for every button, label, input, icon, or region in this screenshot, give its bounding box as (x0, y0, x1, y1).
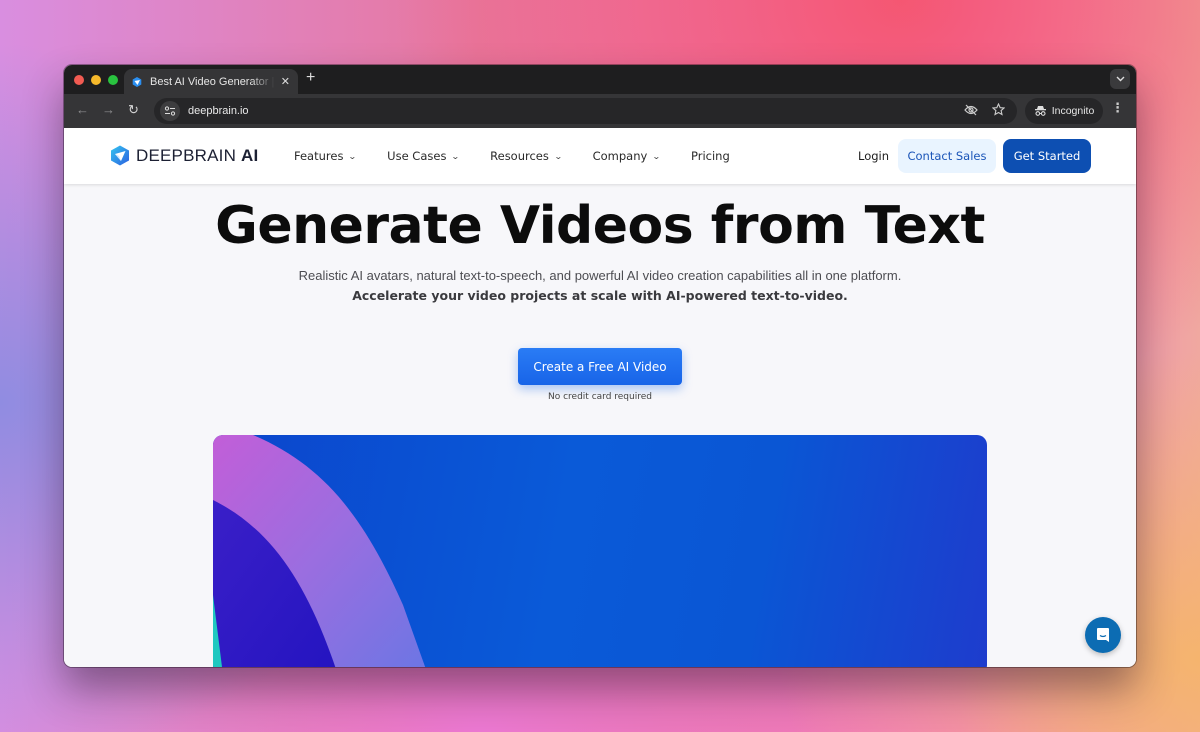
hero-subtitle-line1: Realistic AI avatars, natural text-to-sp… (298, 268, 902, 283)
no-credit-card-note: No credit card required (548, 392, 652, 402)
live-chat-button[interactable] (1085, 617, 1121, 653)
chat-icon (1097, 628, 1109, 642)
browser-menu-button[interactable]: ⋮ (1111, 102, 1124, 115)
create-free-video-button[interactable]: Create a Free AI Video (518, 348, 682, 385)
logo-text: DEEPBRAIN AI (136, 145, 259, 165)
nav-resources[interactable]: Resources ⌄ (490, 149, 563, 163)
deepbrain-favicon-icon (132, 76, 142, 87)
tab-strip: Best AI Video Generator | DeepBrain AI ✕… (64, 65, 1136, 94)
deepbrain-logo-icon (111, 145, 129, 166)
login-link[interactable]: Login (858, 149, 889, 163)
browser-window: Best AI Video Generator | DeepBrain AI ✕… (64, 65, 1136, 667)
nav-label: Pricing (691, 149, 730, 163)
nav-use-cases[interactable]: Use Cases ⌄ (387, 149, 461, 163)
chevron-down-icon (1116, 76, 1124, 82)
address-bar[interactable]: deepbrain.io (154, 98, 1017, 124)
maximize-window-button[interactable] (108, 75, 118, 85)
minimize-window-button[interactable] (91, 75, 101, 85)
eye-slash-icon[interactable] (964, 104, 978, 116)
tab-title: Best AI Video Generator | DeepBrain AI (150, 75, 275, 88)
hero-video-preview[interactable] (213, 435, 987, 667)
site-settings-icon[interactable] (160, 101, 180, 121)
close-tab-icon[interactable]: ✕ (281, 75, 290, 88)
tab-search-button[interactable] (1110, 69, 1130, 89)
contact-sales-button[interactable]: Contact Sales (898, 139, 996, 173)
url-text[interactable]: deepbrain.io (188, 105, 249, 117)
browser-toolbar: ← → ↻ deepbrain.io Incognito ⋮ (64, 94, 1136, 128)
incognito-indicator[interactable]: Incognito (1025, 98, 1103, 124)
nav-label: Resources (490, 149, 549, 163)
site-header: DEEPBRAIN AI Features ⌄ Use Cases ⌄ Resour… (64, 128, 1136, 184)
chevron-down-icon: ⌄ (553, 151, 563, 161)
web-page: DEEPBRAIN AI Features ⌄ Use Cases ⌄ Resour… (64, 128, 1136, 667)
forward-button[interactable]: → (102, 102, 115, 117)
back-button[interactable]: ← (76, 102, 89, 117)
nav-features[interactable]: Features ⌄ (294, 149, 358, 163)
deepbrain-logo[interactable]: DEEPBRAIN AI (110, 145, 258, 166)
hero-subtitle: Realistic AI avatars, natural text-to-sp… (64, 266, 1136, 306)
incognito-label: Incognito (1051, 105, 1095, 117)
nav-company[interactable]: Company ⌄ (592, 149, 662, 163)
nav-label: Features (294, 149, 344, 163)
hero-title: Generate Videos from Text (215, 196, 985, 256)
close-window-button[interactable] (74, 75, 84, 85)
decorative-arc-graphic (213, 435, 426, 667)
nav-label: Company (592, 149, 648, 163)
new-tab-button[interactable]: + (306, 69, 315, 87)
get-started-button[interactable]: Get Started (1003, 139, 1091, 173)
nav-pricing[interactable]: Pricing (691, 149, 730, 163)
hero-subtitle-line2: Accelerate your video projects at scale … (352, 288, 848, 303)
nav-label: Use Cases (387, 149, 447, 163)
chevron-down-icon: ⌄ (652, 151, 662, 161)
bookmark-star-icon[interactable] (992, 103, 1005, 116)
chevron-down-icon: ⌄ (451, 151, 461, 161)
window-controls (74, 75, 118, 85)
main-nav: Features ⌄ Use Cases ⌄ Resources ⌄ Company ⌄… (294, 128, 761, 184)
browser-tab-active[interactable]: Best AI Video Generator | DeepBrain AI ✕ (124, 69, 298, 94)
chevron-down-icon: ⌄ (348, 151, 358, 161)
reload-button[interactable]: ↻ (128, 102, 139, 118)
incognito-icon (1034, 106, 1046, 116)
